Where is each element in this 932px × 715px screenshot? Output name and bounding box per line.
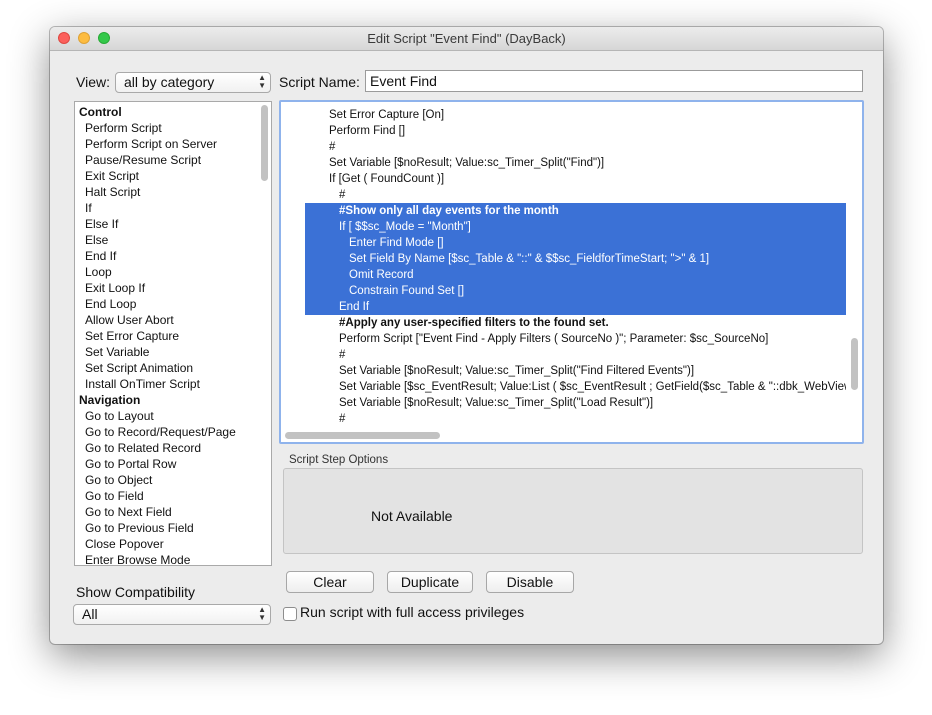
duplicate-button[interactable]: Duplicate xyxy=(387,571,473,593)
step-category[interactable]: Navigation xyxy=(75,392,260,408)
script-line[interactable]: Set Variable [$noResult; Value:sc_Timer_… xyxy=(305,395,846,411)
step-options-status: Not Available xyxy=(371,508,453,524)
script-step-list[interactable]: Control Perform Script Perform Script on S… xyxy=(74,101,272,566)
step-list-item[interactable]: Perform Script xyxy=(75,120,260,136)
step-list-item[interactable]: Set Variable xyxy=(75,344,260,360)
step-list-item[interactable]: Loop xyxy=(75,264,260,280)
step-options-label: Script Step Options xyxy=(289,454,389,466)
script-line[interactable]: Set Variable [$sc_EventResult; Value:Lis… xyxy=(305,379,846,395)
disable-button[interactable]: Disable xyxy=(486,571,574,593)
step-list-item[interactable]: Allow User Abort xyxy=(75,312,260,328)
step-list-item[interactable]: Go to Portal Row xyxy=(75,456,260,472)
script-line[interactable]: Omit Record xyxy=(305,267,846,283)
step-list-item[interactable]: Else xyxy=(75,232,260,248)
full-access-label: Run script with full access privileges xyxy=(300,604,525,620)
window-title: Edit Script "Event Find" (DayBack) xyxy=(367,31,566,46)
script-line[interactable]: # xyxy=(305,139,846,155)
step-list-item[interactable]: Enter Browse Mode xyxy=(75,552,260,565)
script-line[interactable]: Set Field By Name [$sc_Table & "::" & $$… xyxy=(305,251,846,267)
script-line[interactable]: If [ $$sc_Mode = "Month"] xyxy=(305,219,846,235)
step-list-item[interactable]: If xyxy=(75,200,260,216)
step-list-item[interactable]: Set Script Animation xyxy=(75,360,260,376)
compatibility-popup[interactable]: All ▲ ▼ xyxy=(73,604,271,625)
step-list-scrollbar[interactable] xyxy=(261,105,268,181)
step-list-item[interactable]: Go to Field xyxy=(75,488,260,504)
step-list-item[interactable]: Perform Script on Server xyxy=(75,136,260,152)
script-lines: Set Error Capture [On] Perform Find [] # Se… xyxy=(305,102,846,426)
script-line[interactable]: Set Variable [$noResult; Value:sc_Timer_… xyxy=(305,155,846,171)
script-line[interactable]: # xyxy=(305,187,846,203)
script-line[interactable]: Enter Find Mode [] xyxy=(305,235,846,251)
step-list-item[interactable]: Go to Next Field xyxy=(75,504,260,520)
step-list-item[interactable]: End Loop xyxy=(75,296,260,312)
full-access-checkbox[interactable] xyxy=(283,607,297,621)
step-list-item[interactable]: Set Error Capture xyxy=(75,328,260,344)
step-list-item[interactable]: Pause/Resume Script xyxy=(75,152,260,168)
script-line[interactable]: # xyxy=(305,411,846,426)
step-options-box: Not Available xyxy=(283,468,863,554)
script-line[interactable]: #Apply any user-specified filters to the… xyxy=(305,315,846,331)
step-list-item[interactable]: Exit Script xyxy=(75,168,260,184)
step-list-item[interactable]: Install OnTimer Script xyxy=(75,376,260,392)
step-list-item[interactable]: Else If xyxy=(75,216,260,232)
step-list-item[interactable]: Exit Loop If xyxy=(75,280,260,296)
show-compatibility-label: Show Compatibility xyxy=(76,584,196,600)
view-label: View: xyxy=(76,74,110,90)
step-list-item[interactable]: Go to Previous Field xyxy=(75,520,260,536)
script-line[interactable]: End If xyxy=(305,299,846,315)
step-list-item[interactable]: Halt Script xyxy=(75,184,260,200)
step-list-item[interactable]: Go to Record/Request/Page xyxy=(75,424,260,440)
script-line[interactable]: #Show only all day events for the month xyxy=(305,203,846,219)
script-line[interactable]: Set Error Capture [On] xyxy=(305,107,846,123)
title-bar[interactable]: Edit Script "Event Find" (DayBack) xyxy=(50,27,883,51)
script-name-label: Script Name: xyxy=(279,74,360,90)
step-list-item[interactable]: Go to Layout xyxy=(75,408,260,424)
script-line[interactable]: Perform Script ["Event Find - Apply Filt… xyxy=(305,331,846,347)
popup-arrows-icon: ▲ ▼ xyxy=(258,605,266,622)
view-popup-value: all by category xyxy=(124,74,215,90)
script-line[interactable]: Perform Find [] xyxy=(305,123,846,139)
view-popup[interactable]: all by category ▲ ▼ xyxy=(115,72,271,93)
step-category[interactable]: Control xyxy=(75,104,260,120)
step-list-item[interactable]: Go to Related Record xyxy=(75,440,260,456)
clear-button[interactable]: Clear xyxy=(286,571,374,593)
script-line[interactable]: Set Variable [$noResult; Value:sc_Timer_… xyxy=(305,363,846,379)
script-line[interactable]: # xyxy=(305,347,846,363)
step-list-item[interactable]: Go to Object xyxy=(75,472,260,488)
script-name-input[interactable]: Event Find xyxy=(365,70,863,92)
compatibility-popup-value: All xyxy=(82,606,98,622)
step-list-item[interactable]: End If xyxy=(75,248,260,264)
script-line[interactable]: If [Get ( FoundCount )] xyxy=(305,171,846,187)
edit-script-window: Edit Script "Event Find" (DayBack) View:… xyxy=(50,27,883,644)
script-line[interactable]: Constrain Found Set [] xyxy=(305,283,846,299)
script-editor[interactable]: Set Error Capture [On] Perform Find [] # Se… xyxy=(279,100,864,444)
step-list-item[interactable]: Close Popover xyxy=(75,536,260,552)
editor-vertical-scrollbar[interactable] xyxy=(851,338,858,390)
editor-horizontal-scrollbar[interactable] xyxy=(285,432,440,439)
popup-arrows-icon: ▲ ▼ xyxy=(258,73,266,90)
